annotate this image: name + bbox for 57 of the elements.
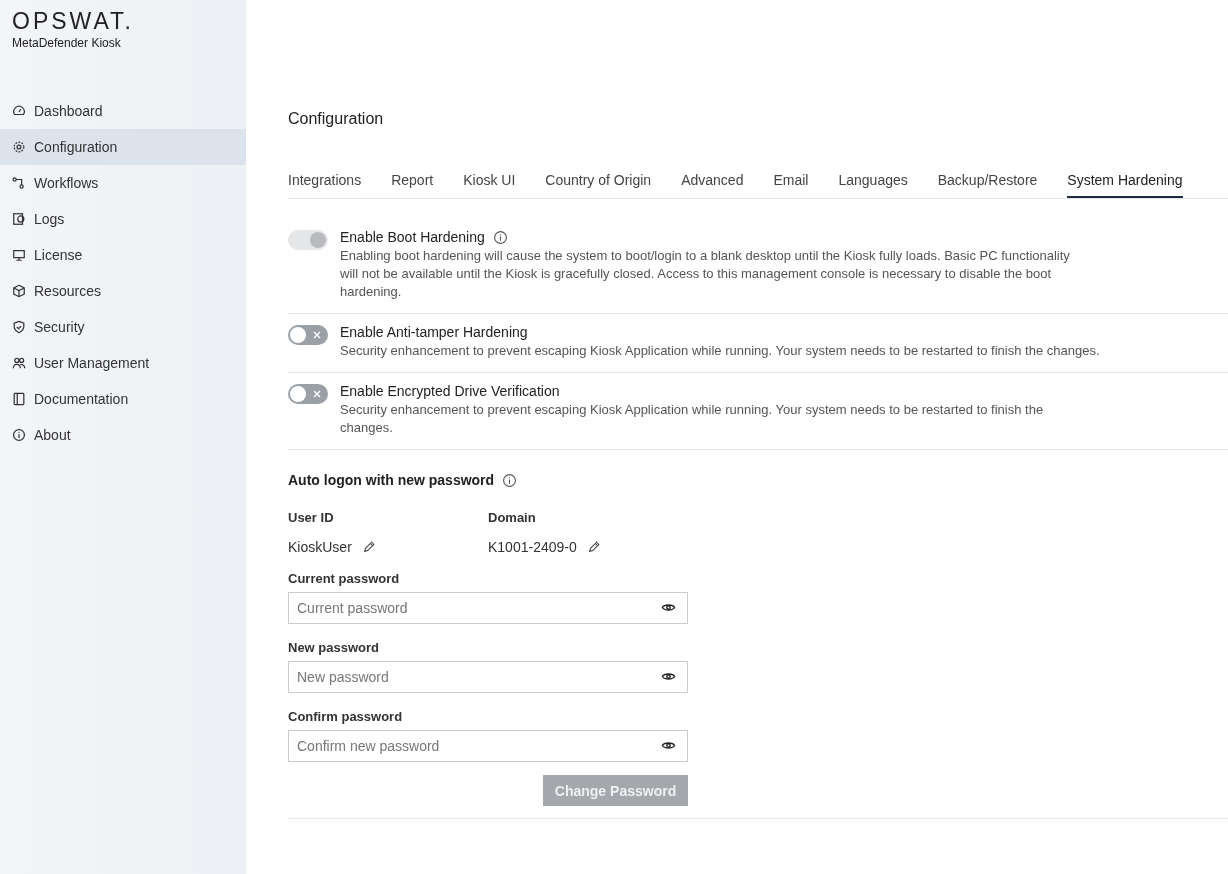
info-icon [502,472,518,488]
tab[interactable]: System Hardening [1067,165,1183,198]
field-value: K1001-2409-0 [488,539,577,555]
book-icon [12,392,26,406]
tab[interactable]: Country of Origin [545,165,652,198]
setting-title: Enable Boot Hardening [340,229,485,245]
gauge-icon [12,104,26,118]
setting-description: Security enhancement to prevent escaping Kiosk Application while running. Your system needs to be restarted to finish the changes. [340,401,1045,437]
password-field[interactable]: New password [288,661,688,693]
pencil-icon[interactable] [586,540,601,554]
sidebar-item[interactable]: Resources [0,273,246,309]
field-label: Domain [488,510,537,525]
shield-icon [12,320,26,334]
setting-description: Security enhancement to prevent escaping Kiosk Application while running. Your system needs to be restarted to finish the changes. [340,342,1101,360]
setting-description: Enabling boot hardening will cause the system to boot/login to a blank desktop until the Kiosk fully loads. Basic PC functionality will not be available until the Kiosk is gracefully closed. Access to this management console is necessary to disable the boot hardening. [340,247,1071,301]
setting-title: Enable Encrypted Drive Verification [340,383,560,399]
field-label: New password [288,640,381,655]
logo: OPSWAT. [12,8,135,35]
setting-title: Enable Anti-tamper Hardening [340,324,528,340]
password-field[interactable]: Current password [288,592,688,624]
users-icon [12,356,26,370]
tab[interactable]: Kiosk UI [463,165,516,198]
page-title: Configuration [288,110,385,128]
field-label: Current password [288,571,401,586]
sidebar-item[interactable]: About [0,417,246,453]
sidebar-item[interactable]: Security [0,309,246,345]
product-name: MetaDefender Kiosk [12,36,122,50]
gear-icon [12,140,26,154]
tab[interactable]: Email [773,165,809,198]
sidebar-item[interactable]: Logs [0,201,246,237]
sidebar-item[interactable]: Documentation [0,381,246,417]
field-value: KioskUser [288,539,352,555]
log-icon [12,212,26,226]
tab[interactable]: Integrations [288,165,362,198]
toggle-switch[interactable] [288,384,328,404]
info-icon [492,229,508,245]
cube-icon [12,284,26,298]
toggle-switch[interactable] [288,325,328,345]
tab[interactable]: Advanced [681,165,744,198]
section-title: Auto logon with new password [288,472,495,488]
sidebar-item[interactable]: Workflows [0,165,246,201]
close-icon [313,331,321,339]
nodes-icon [12,176,26,190]
tab[interactable]: Languages [838,165,908,198]
sidebar-item[interactable]: User Management [0,345,246,381]
info-icon [12,428,26,442]
close-icon [313,390,321,398]
pencil-icon[interactable] [361,540,376,554]
field-label: User ID [288,510,335,525]
password-field[interactable]: Confirm new password [288,730,688,762]
sidebar-item[interactable]: Configuration [0,129,246,165]
monitor-icon [12,248,26,262]
tab[interactable]: Report [391,165,434,198]
field-label: Confirm password [288,709,404,724]
tab[interactable]: Backup/Restore [937,165,1038,198]
sidebar-item[interactable]: License [0,237,246,273]
sidebar-item[interactable]: Dashboard [0,93,246,129]
